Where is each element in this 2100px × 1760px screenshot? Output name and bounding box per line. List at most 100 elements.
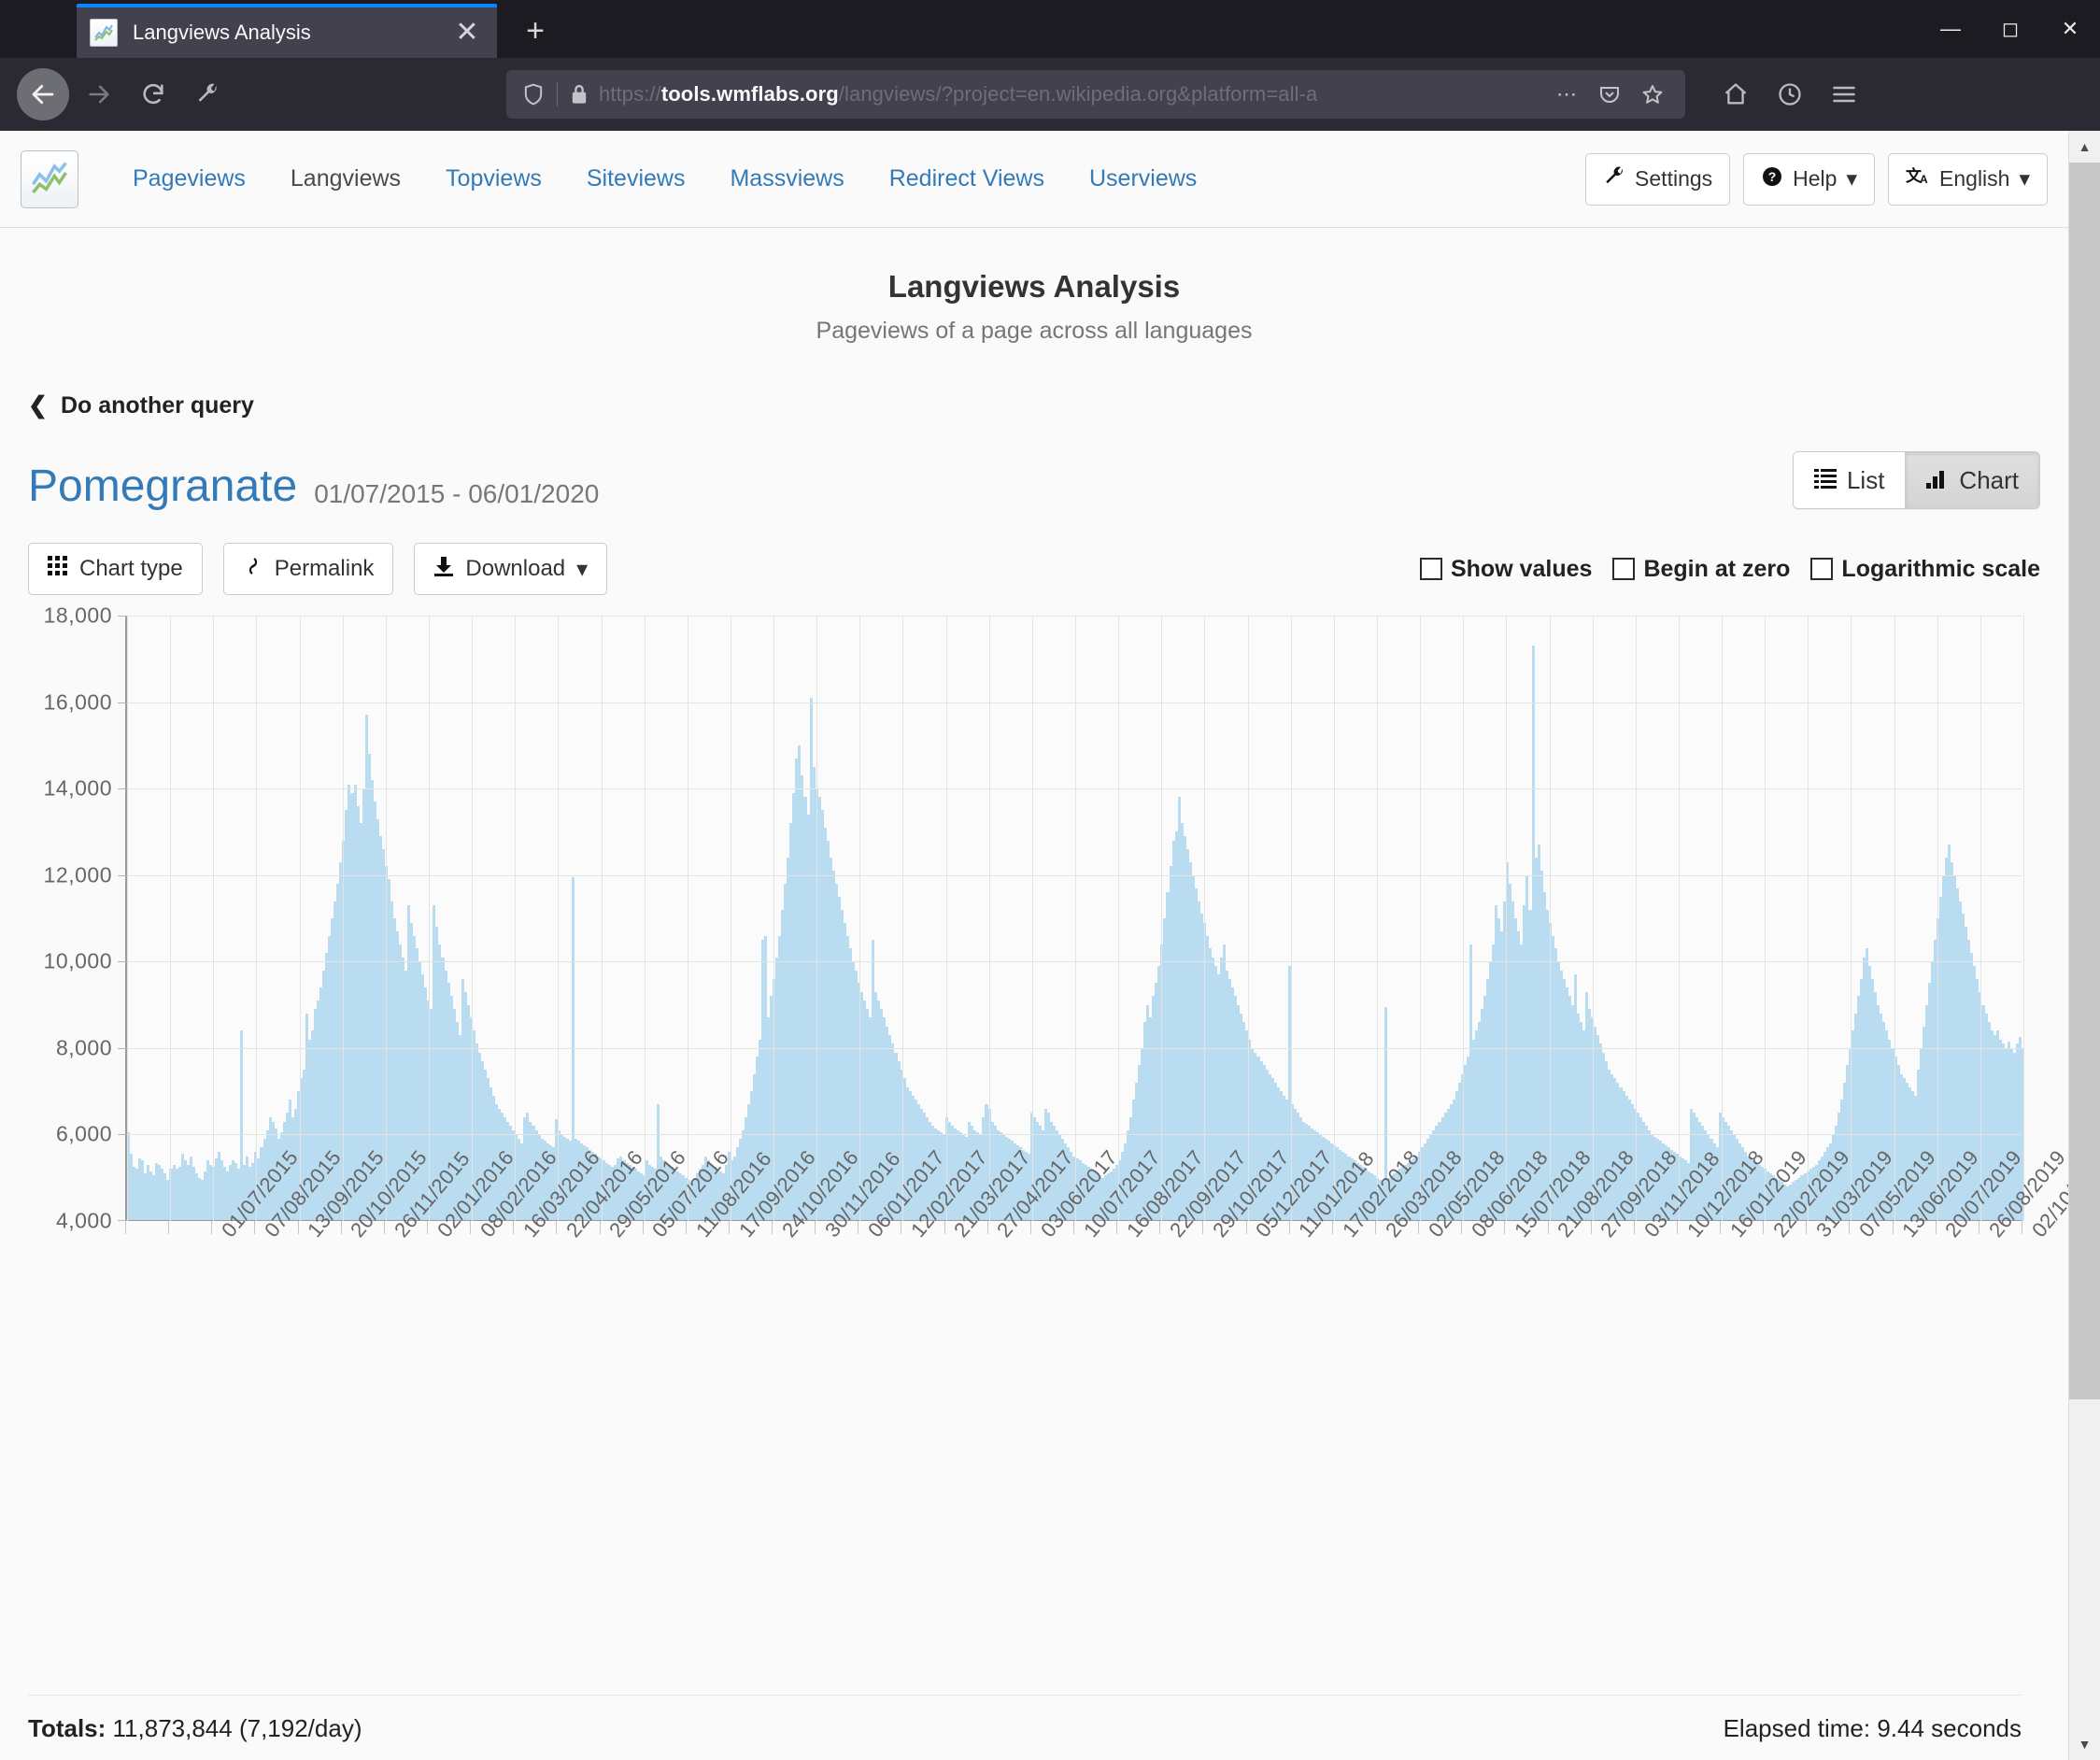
- gridline-vertical: [1851, 616, 1852, 1221]
- chart-canvas[interactable]: [118, 616, 2024, 1221]
- begin-at-zero-label: Begin at zero: [1643, 555, 1791, 582]
- padlock-icon[interactable]: [565, 83, 593, 106]
- hamburger-menu-icon[interactable]: [1820, 70, 1868, 119]
- chart-type-button[interactable]: Chart type: [28, 543, 203, 595]
- url-bar[interactable]: https://tools.wmflabs.org/langviews/?pro…: [506, 70, 1685, 119]
- nav-link-siteviews[interactable]: Siteviews: [564, 165, 708, 192]
- gridline-vertical: [1204, 616, 1206, 1221]
- nav-link-massviews[interactable]: Massviews: [707, 165, 866, 192]
- elapsed-time: Elapsed time: 9.44 seconds: [1723, 1714, 2022, 1742]
- page-content: Pageviews Langviews Topviews Siteviews M…: [0, 131, 2068, 1760]
- do-another-query-link[interactable]: ❮ Do another query: [28, 391, 254, 419]
- wrench-icon[interactable]: [183, 70, 232, 119]
- chart-type-label: Chart type: [79, 556, 183, 581]
- query-header: Pomegranate 01/07/2015 - 06/01/2020 List: [28, 451, 2040, 509]
- pageviews-logo-icon[interactable]: [21, 149, 78, 208]
- checkbox-box[interactable]: [1810, 558, 1834, 580]
- page-title: Langviews Analysis: [887, 269, 1181, 304]
- y-axis-tick: [118, 874, 127, 876]
- scroll-down-icon[interactable]: ▼: [2069, 1728, 2100, 1760]
- gridline-vertical: [1333, 616, 1335, 1221]
- home-icon[interactable]: [1711, 70, 1760, 119]
- gridline-vertical: [1031, 616, 1033, 1221]
- list-view-button[interactable]: List: [1793, 452, 1906, 508]
- chart-view-button[interactable]: Chart: [1905, 452, 2039, 508]
- gridline-vertical: [1765, 616, 1767, 1221]
- close-icon[interactable]: ✕: [450, 16, 484, 50]
- download-button[interactable]: Download ▾: [414, 543, 608, 595]
- gridline-vertical: [601, 616, 603, 1221]
- link-icon: [243, 555, 263, 584]
- scrollbar-thumb[interactable]: [2069, 163, 2100, 1400]
- star-icon[interactable]: [1631, 73, 1674, 116]
- gridline-vertical: [428, 616, 430, 1221]
- list-icon: [1813, 466, 1837, 495]
- gridline-vertical: [1549, 616, 1551, 1221]
- gridline-vertical: [773, 616, 775, 1221]
- gridline-vertical: [256, 616, 258, 1221]
- forward-arrow-icon[interactable]: [75, 70, 123, 119]
- y-axis-label: 4,000: [55, 1208, 112, 1233]
- date-range: 01/07/2015 - 06/01/2020: [314, 479, 600, 509]
- browser-window: Langviews Analysis ✕ + — ◻ ✕ https://too…: [0, 0, 2100, 1760]
- url-text[interactable]: https://tools.wmflabs.org/langviews/?pro…: [599, 82, 1545, 106]
- history-clock-icon[interactable]: [1766, 70, 1814, 119]
- maximize-icon[interactable]: ◻: [1980, 0, 2040, 58]
- gridline-vertical: [1592, 616, 1594, 1221]
- bar-chart-icon: [1926, 466, 1949, 495]
- url-path: /langviews/?project=en.wikipedia.org&pla…: [838, 82, 1318, 106]
- chart-favicon-icon: [90, 19, 118, 47]
- gridline: [127, 1134, 2022, 1136]
- gridline-vertical: [127, 616, 128, 1221]
- language-button[interactable]: 文 A English ▾: [1888, 152, 2048, 206]
- y-axis-label: 10,000: [43, 948, 112, 973]
- tracking-shield-icon[interactable]: [518, 83, 549, 106]
- settings-button[interactable]: Settings: [1585, 152, 1731, 206]
- gridline-vertical: [1937, 616, 1938, 1221]
- nav-link-userviews[interactable]: Userviews: [1067, 165, 1219, 192]
- gridline-vertical: [1247, 616, 1249, 1221]
- gridline-vertical: [342, 616, 344, 1221]
- logarithmic-scale-label: Logarithmic scale: [1841, 555, 2040, 582]
- nav-link-langviews[interactable]: Langviews: [268, 165, 423, 192]
- window-close-icon[interactable]: ✕: [2040, 0, 2100, 58]
- gridline-vertical: [1290, 616, 1292, 1221]
- gridline-vertical: [1894, 616, 1895, 1221]
- checkbox-box[interactable]: [1612, 558, 1636, 580]
- caret-down-icon: ▾: [576, 556, 589, 582]
- nav-link-topviews[interactable]: Topviews: [423, 165, 564, 192]
- scrollbar-track[interactable]: [2069, 163, 2100, 1728]
- new-tab-button[interactable]: +: [512, 7, 559, 54]
- gridline-vertical: [1420, 616, 1422, 1221]
- minimize-icon[interactable]: —: [1921, 0, 1980, 58]
- reload-icon[interactable]: [129, 70, 177, 119]
- pocket-icon[interactable]: [1588, 73, 1631, 116]
- logarithmic-scale-checkbox[interactable]: Logarithmic scale: [1810, 556, 2040, 583]
- checkbox-box[interactable]: [1419, 558, 1442, 580]
- back-arrow-icon[interactable]: [17, 68, 69, 121]
- url-scheme: https://: [599, 82, 661, 106]
- nav-link-pageviews[interactable]: Pageviews: [110, 165, 268, 192]
- app-nav-links: Pageviews Langviews Topviews Siteviews M…: [110, 165, 1219, 192]
- show-values-checkbox[interactable]: Show values: [1419, 556, 1592, 583]
- browser-tab[interactable]: Langviews Analysis ✕: [77, 4, 497, 58]
- gridline-vertical: [1722, 616, 1724, 1221]
- question-circle-icon: ?: [1761, 165, 1783, 193]
- nav-link-redirect-views[interactable]: Redirect Views: [867, 165, 1067, 192]
- chart-container[interactable]: 4,000 6,000 8,000 10,000 12,000 14,000 16,000 1…: [28, 603, 2068, 1242]
- ellipsis-icon[interactable]: ⋯: [1545, 73, 1588, 116]
- gridline-vertical: [2023, 616, 2024, 1221]
- caret-down-icon: ▾: [2019, 166, 2030, 191]
- gridline: [127, 874, 2022, 876]
- scroll-up-icon[interactable]: ▲: [2069, 131, 2100, 163]
- help-button[interactable]: ? Help ▾: [1743, 152, 1876, 206]
- permalink-button[interactable]: Permalink: [222, 543, 394, 595]
- page-name[interactable]: Pomegranate: [28, 464, 297, 509]
- navbar-right-icons: [1711, 70, 1874, 119]
- y-axis-label: 16,000: [43, 689, 112, 715]
- gridline-vertical: [644, 616, 646, 1221]
- chart-toolbar: Chart type Permalink Download ▾ Show val…: [28, 543, 2040, 595]
- page-scrollbar[interactable]: ▲ ▼: [2068, 131, 2100, 1760]
- begin-at-zero-checkbox[interactable]: Begin at zero: [1612, 556, 1790, 583]
- gridline-vertical: [1161, 616, 1163, 1221]
